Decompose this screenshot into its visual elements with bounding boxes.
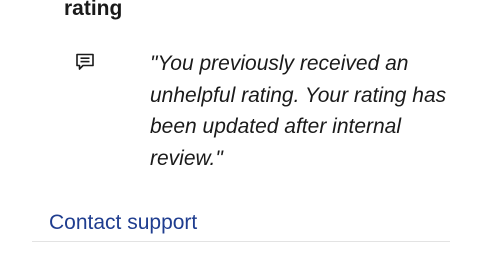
review-message: "You previously received an unhelpful ra… <box>150 52 447 170</box>
contact-support-link[interactable]: Contact support <box>49 209 197 237</box>
message-icon <box>75 52 95 72</box>
section-heading: rating <box>64 0 123 20</box>
divider <box>32 241 450 242</box>
